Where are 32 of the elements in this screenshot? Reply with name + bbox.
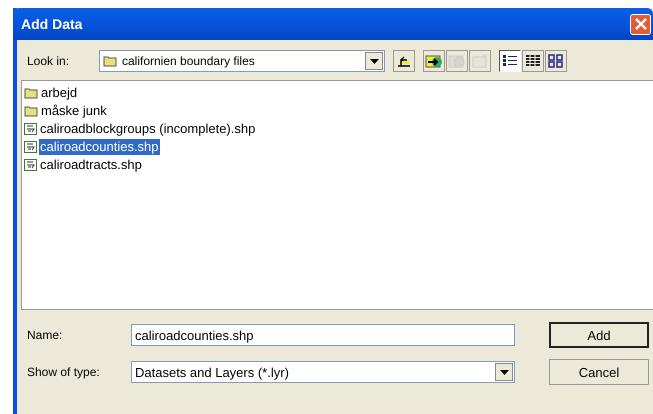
window-title: Add Data (21, 16, 82, 32)
connect-button[interactable] (423, 50, 445, 72)
shapefile-icon (24, 141, 37, 153)
file-item[interactable]: caliroadblockgroups (incomplete).shp (39, 121, 256, 137)
details-button[interactable] (522, 50, 544, 72)
look-in-dropdown[interactable]: californien boundary files (99, 50, 385, 72)
file-item[interactable]: arbejd (40, 85, 78, 101)
shapefile-icon (24, 123, 37, 135)
close-icon (634, 18, 646, 30)
up-button[interactable] (393, 50, 415, 72)
file-item[interactable]: caliroadcounties.shp (39, 139, 160, 155)
cancel-button[interactable]: Cancel (549, 359, 649, 385)
look-in-label: Look in: (27, 54, 70, 68)
connect-folder-icon (425, 53, 443, 69)
dropdown-arrow-icon (370, 58, 378, 64)
file-type-dropdown[interactable]: Datasets and Layers (*.lyr) (131, 361, 515, 383)
thumbnails-button[interactable] (545, 50, 567, 72)
file-item[interactable]: caliroadtracts.shp (39, 157, 143, 173)
thumbnails-view-icon (548, 54, 564, 68)
name-field[interactable]: caliroadcounties.shp (131, 324, 515, 346)
disconnect-folder-icon (448, 53, 466, 69)
list-view-icon (502, 54, 518, 68)
file-item[interactable]: måske junk (40, 103, 108, 119)
up-folder-icon (396, 54, 412, 68)
add-button[interactable]: Add (549, 322, 649, 348)
close-button[interactable] (630, 14, 651, 34)
shapefile-icon (24, 159, 37, 171)
list-button[interactable] (499, 50, 521, 72)
type-label: Show of type: (27, 365, 101, 379)
details-view-icon (525, 54, 541, 68)
name-label: Name: (27, 328, 64, 342)
dropdown-arrow-icon (500, 370, 508, 374)
